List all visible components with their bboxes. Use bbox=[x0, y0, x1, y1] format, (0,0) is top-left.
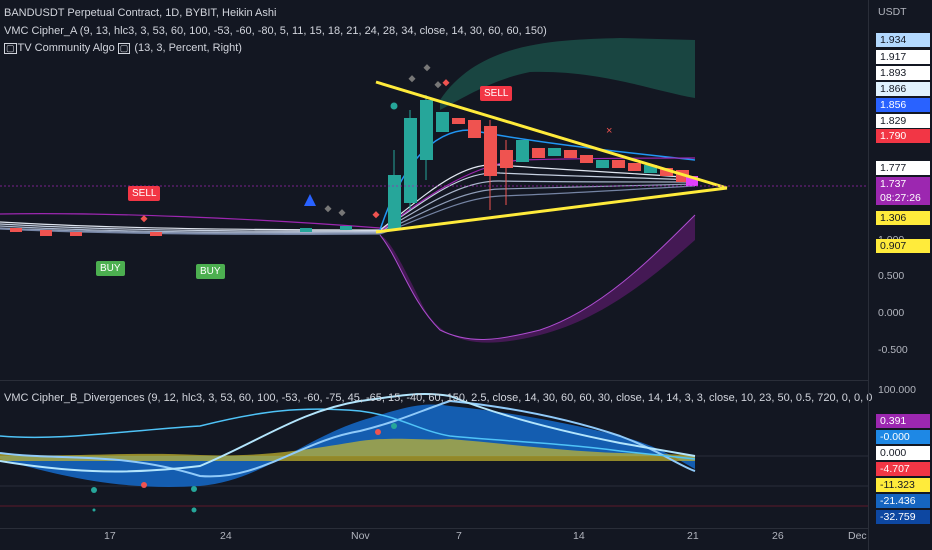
price-tick: 0.000 bbox=[878, 307, 905, 319]
price-tag: 1.790 bbox=[876, 129, 930, 143]
price-tag: 1.893 bbox=[876, 66, 930, 80]
osc-top-tick: 100.000 bbox=[878, 384, 916, 396]
oscillator-tag: -32.759 bbox=[876, 510, 930, 524]
algo-icon: ▢ bbox=[4, 43, 17, 54]
price-tag: 1.934 bbox=[876, 33, 930, 47]
time-label: Dec bbox=[848, 530, 867, 542]
buy-signal-label: BUY bbox=[196, 264, 225, 279]
indicator-tv-algo[interactable]: ▢ TV Community Algo ▢ (13, 3, Percent, Ri… bbox=[4, 42, 242, 54]
indicator-tv-algo-name: TV Community Algo bbox=[17, 42, 115, 54]
sell-signal-label: SELL bbox=[128, 186, 161, 201]
algo-icon: ▢ bbox=[117, 43, 131, 54]
price-tick: -0.500 bbox=[878, 344, 908, 356]
oscillator-tag: 0.000 bbox=[876, 446, 930, 460]
price-tag: 08:27:26 bbox=[876, 191, 930, 205]
diamond-icon bbox=[408, 75, 416, 83]
green-dot-icon bbox=[92, 508, 96, 512]
oscillator-tag: -0.000 bbox=[876, 430, 930, 444]
diamond-icon bbox=[372, 211, 380, 219]
diamond-icon bbox=[338, 209, 346, 217]
green-dot-icon bbox=[391, 423, 397, 429]
price-tag: 1.737 bbox=[876, 177, 930, 191]
time-label: 17 bbox=[104, 530, 116, 542]
diamond-icon bbox=[442, 79, 450, 87]
indicator-cipher-b[interactable]: VMC Cipher_B_Divergences (9, 12, hlc3, 3… bbox=[4, 392, 872, 404]
red-dot-icon bbox=[375, 429, 381, 435]
red-dot-icon bbox=[141, 482, 147, 488]
price-tag: 1.866 bbox=[876, 82, 930, 96]
time-label: 26 bbox=[772, 530, 784, 542]
diamond-icon bbox=[324, 205, 332, 213]
symbol-title[interactable]: BANDUSDT Perpetual Contract, 1D, BYBIT, … bbox=[4, 7, 276, 19]
price-tick: 0.500 bbox=[878, 270, 905, 282]
price-tag: 1.777 bbox=[876, 161, 930, 175]
green-dot-icon bbox=[91, 487, 97, 493]
price-tag: 1.829 bbox=[876, 114, 930, 128]
sell-signal-label: SELL bbox=[480, 86, 513, 101]
price-tag: 0.907 bbox=[876, 239, 930, 253]
indicator-tv-algo-params: (13, 3, Percent, Right) bbox=[134, 42, 242, 54]
oscillator-tag: -4.707 bbox=[876, 462, 930, 476]
blue-triangle-icon bbox=[304, 194, 316, 206]
price-axis-border bbox=[868, 0, 869, 550]
lower-band bbox=[380, 215, 695, 343]
currency-label: USDT bbox=[878, 6, 907, 18]
diamond-icon bbox=[423, 64, 431, 72]
price-tag: 1.856 bbox=[876, 98, 930, 112]
time-label: Nov bbox=[351, 530, 370, 542]
time-label: 24 bbox=[220, 530, 232, 542]
oscillator-tag: -21.436 bbox=[876, 494, 930, 508]
time-label: 14 bbox=[573, 530, 585, 542]
price-tag: 1.917 bbox=[876, 50, 930, 64]
indicator-cipher-a[interactable]: VMC Cipher_A (9, 13, hlc3, 3, 53, 60, 10… bbox=[4, 25, 547, 37]
price-tag: 1.306 bbox=[876, 211, 930, 225]
upper-band bbox=[440, 38, 695, 110]
buy-signal-label: BUY bbox=[96, 261, 125, 276]
time-axis-divider bbox=[0, 528, 868, 529]
oscillator-tag: 0.391 bbox=[876, 414, 930, 428]
green-dot-icon bbox=[390, 102, 398, 110]
green-dot-icon bbox=[191, 486, 197, 492]
time-label: 7 bbox=[456, 530, 462, 542]
oscillator-tag: -11.323 bbox=[876, 478, 930, 492]
diamond-icon bbox=[140, 215, 148, 223]
cross-icon: × bbox=[606, 125, 612, 137]
diamond-icon bbox=[434, 81, 442, 89]
green-dot-icon bbox=[191, 507, 197, 513]
time-label: 21 bbox=[687, 530, 699, 542]
